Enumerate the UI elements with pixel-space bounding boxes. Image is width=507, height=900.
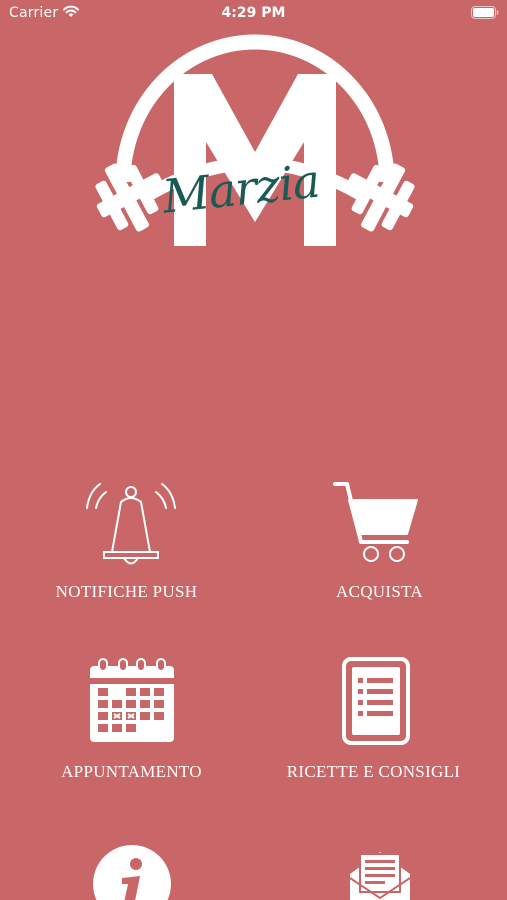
menu-item-notifiche-push[interactable]: NOTIFICHE PUSH	[0, 470, 253, 610]
menu-item-info[interactable]	[0, 830, 253, 900]
menu-item-mail[interactable]	[253, 830, 507, 900]
menu-item-acquista[interactable]: ACQUISTA	[253, 470, 507, 610]
cart-icon	[333, 482, 418, 562]
info-icon	[93, 845, 171, 900]
menu-item-label: RICETTE E CONSIGLI	[286, 762, 461, 781]
bell-icon	[86, 483, 176, 565]
app-screen: Carrier 4:29 PM Marzia NOTIFICHE PUSH AC…	[0, 0, 507, 900]
calendar-icon	[90, 658, 174, 742]
mail-icon	[349, 852, 411, 900]
menu-item-label: APPUNTAMENTO	[61, 762, 202, 781]
menu-item-label: NOTIFICHE PUSH	[55, 582, 198, 601]
logo-icon	[95, 34, 415, 246]
battery-icon	[471, 6, 499, 19]
menu-item-ricette-e-consigli[interactable]: RICETTE E CONSIGLI	[253, 650, 507, 790]
menu-item-label: ACQUISTA	[336, 582, 423, 601]
menu-item-appuntamento[interactable]: APPUNTAMENTO	[0, 650, 253, 790]
document-list-icon	[342, 657, 410, 745]
